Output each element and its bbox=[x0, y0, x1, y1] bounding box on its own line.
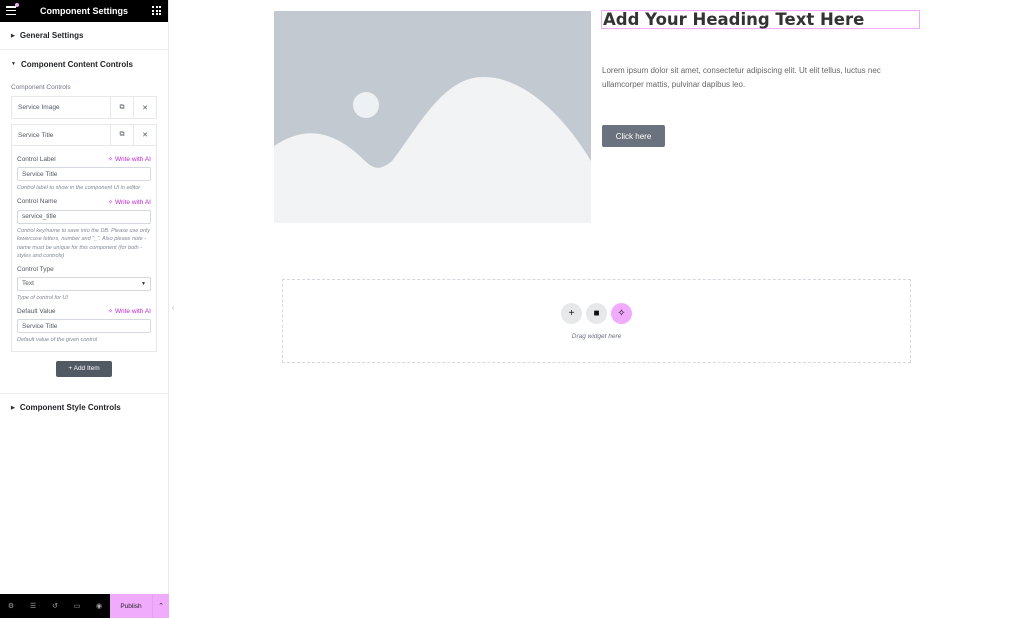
default-value-input[interactable]: Service Title bbox=[17, 319, 151, 333]
write-with-ai-button[interactable]: ✧ Write with AI bbox=[108, 155, 151, 163]
drop-hint: Drag widget here bbox=[571, 333, 622, 340]
preview-eye-icon[interactable]: ◉ bbox=[88, 602, 110, 610]
default-value-help: Default value of the given control bbox=[17, 337, 98, 343]
close-icon[interactable]: ✕ bbox=[133, 97, 156, 118]
duplicate-icon[interactable]: ⧉ bbox=[110, 97, 133, 118]
close-icon[interactable]: ✕ bbox=[133, 124, 156, 146]
section-title: Component Style Controls bbox=[19, 403, 121, 412]
history-icon[interactable]: ↺ bbox=[44, 602, 66, 610]
repeater-item[interactable]: Service Title ⧉ ✕ Control Label ✧ Write … bbox=[11, 124, 157, 352]
caret-down-icon: ▼ bbox=[11, 61, 16, 67]
settings-gear-icon[interactable]: ⚙ bbox=[0, 602, 22, 610]
control-name-input[interactable]: service_title bbox=[17, 209, 151, 224]
placeholder-image-icon bbox=[274, 76, 591, 223]
layers-icon[interactable]: ☰ bbox=[22, 602, 44, 610]
widgets-grid-icon[interactable] bbox=[152, 6, 161, 15]
drop-zone[interactable]: + ■ ✧ Drag widget here bbox=[282, 279, 911, 363]
control-type-label: Control Type bbox=[17, 265, 54, 273]
chevron-down-icon: ▼ bbox=[141, 280, 146, 287]
image-placeholder[interactable] bbox=[274, 11, 591, 223]
caret-right-icon: ▶ bbox=[11, 404, 15, 411]
ai-sparkle-icon[interactable]: ✧ bbox=[611, 303, 632, 324]
control-type-help: Type of control for UI bbox=[17, 294, 68, 301]
repeater-item-title[interactable]: Service Title bbox=[12, 132, 110, 139]
panel-title: Component Settings bbox=[40, 6, 128, 16]
publish-button[interactable]: Publish bbox=[110, 594, 152, 618]
repeater-item[interactable]: Service Image ⧉ ✕ bbox=[11, 96, 157, 119]
control-label-label: Control Label bbox=[17, 155, 56, 163]
section-style-controls[interactable]: ▶ Component Style Controls bbox=[0, 394, 168, 422]
text-editor-widget[interactable]: Lorem ipsum dolor sit amet, consectetur … bbox=[602, 64, 922, 92]
panel-header: Component Settings bbox=[0, 0, 168, 22]
panel-footer: ⚙ ☰ ↺ ▭ ◉ Publish ⌃ bbox=[0, 594, 169, 618]
template-folder-icon[interactable]: ■ bbox=[586, 303, 607, 324]
duplicate-icon[interactable]: ⧉ bbox=[110, 124, 133, 146]
notification-dot bbox=[15, 3, 19, 7]
control-label-input[interactable]: Service Title bbox=[17, 167, 151, 181]
click-here-button[interactable]: Click here bbox=[602, 125, 665, 147]
section-title: General Settings bbox=[19, 31, 84, 40]
default-value-label: Default Value bbox=[17, 307, 56, 315]
control-label-help: Control label to show in the component U… bbox=[17, 185, 141, 191]
editor-canvas: Add Your Heading Text Here Lorem ipsum d… bbox=[170, 0, 1024, 618]
control-name-label: Control Name bbox=[17, 198, 58, 205]
component-controls-label: Component Controls bbox=[11, 84, 71, 91]
ai-sparkle-icon: ✧ bbox=[107, 198, 115, 206]
section-general-settings[interactable]: ▶ General Settings bbox=[0, 22, 168, 50]
control-type-select[interactable]: Text ▼ bbox=[17, 276, 151, 291]
section-content-controls[interactable]: ▼ Component Content Controls bbox=[0, 50, 168, 78]
ai-sparkle-icon: ✧ bbox=[107, 308, 115, 315]
ai-sparkle-icon: ✧ bbox=[107, 156, 115, 163]
add-section-plus-icon[interactable]: + bbox=[561, 303, 582, 324]
hamburger-menu-icon[interactable] bbox=[6, 6, 16, 15]
add-item-button[interactable]: + Add Item bbox=[56, 360, 112, 377]
settings-panel: Component Settings ▶ General Settings ▼ … bbox=[0, 0, 169, 618]
repeater-item-title[interactable]: Service Image bbox=[12, 104, 110, 111]
section-title: Component Content Controls bbox=[20, 59, 133, 69]
write-with-ai-button[interactable]: ✧ Write with AI bbox=[108, 198, 151, 206]
chevron-up-icon[interactable]: ⌃ bbox=[152, 594, 169, 618]
control-name-help: Control key/name to save into the DB. Pl… bbox=[17, 227, 150, 260]
caret-right-icon: ▶ bbox=[11, 32, 15, 39]
responsive-mode-icon[interactable]: ▭ bbox=[66, 602, 88, 610]
heading-widget[interactable]: Add Your Heading Text Here bbox=[601, 10, 920, 29]
write-with-ai-button[interactable]: ✧ Write with AI bbox=[108, 307, 151, 315]
